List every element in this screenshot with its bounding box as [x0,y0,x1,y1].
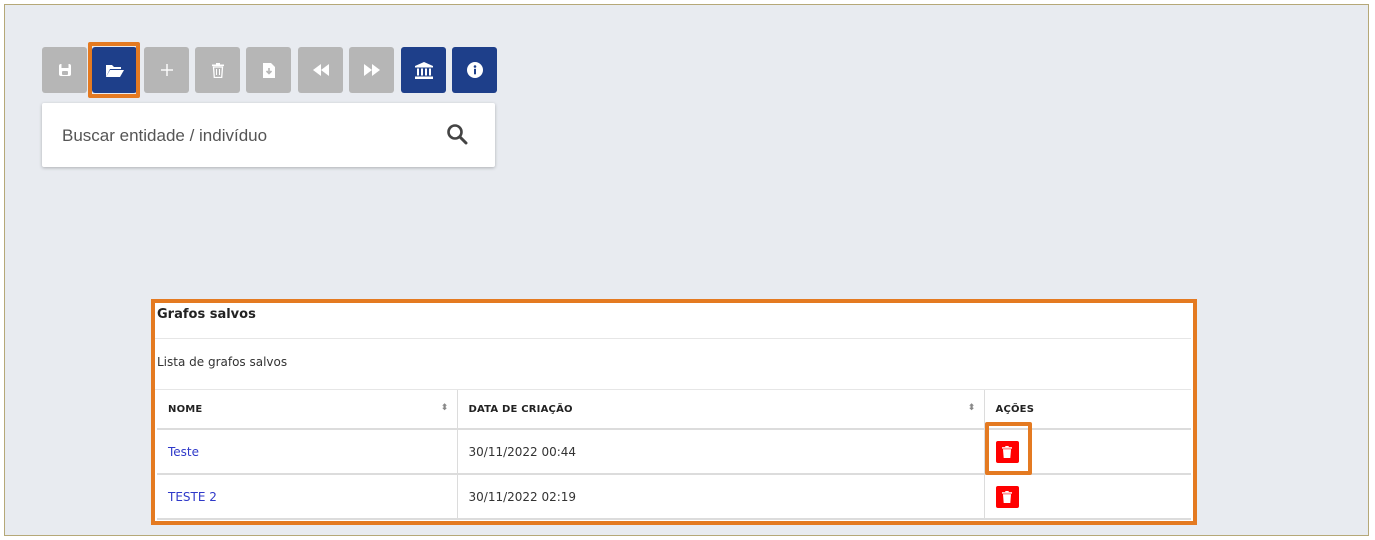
table-row: Teste 30/11/2022 00:44 [157,429,1191,475]
backward-icon [312,64,329,76]
plus-icon [160,64,173,76]
graph-name-link[interactable]: TESTE 2 [168,490,217,504]
search-icon[interactable] [446,123,468,145]
panel-description: Lista de grafos salvos [157,355,288,369]
sort-icon[interactable]: ⬍ [968,403,976,413]
column-header-name[interactable]: NOME ⬍ [157,390,457,430]
graph-created-date: 30/11/2022 02:19 [456,474,984,520]
saved-graphs-panel: Grafos salvos Lista de grafos salvos NOM… [155,303,1193,521]
trash-icon [1002,490,1012,503]
panel-title: Grafos salvos [157,307,256,322]
info-button[interactable] [452,47,497,93]
delete-graph-button[interactable] [995,440,1019,463]
info-icon [466,62,483,78]
open-button[interactable] [92,47,137,93]
file-download-icon [262,62,275,78]
search-box [42,103,495,167]
graph-created-date: 30/11/2022 00:44 [456,429,984,475]
floppy-icon [58,64,71,76]
column-header-actions: AÇÕES [983,390,1191,430]
institution-button[interactable] [401,47,446,93]
trash-icon [1002,445,1012,458]
back-button[interactable] [298,47,343,93]
table-row: TESTE 2 30/11/2022 02:19 [157,474,1191,520]
graph-name-link[interactable]: Teste [168,445,199,459]
trash-icon [211,62,224,78]
export-button[interactable] [246,47,291,93]
delete-button[interactable] [195,47,240,93]
sort-icon[interactable]: ⬍ [441,403,449,413]
forward-icon [363,64,380,76]
delete-graph-button[interactable] [995,485,1019,508]
save-button[interactable] [42,47,87,93]
forward-button[interactable] [349,47,394,93]
add-button[interactable] [144,47,189,93]
column-header-created[interactable]: DATA DE CRIAÇÃO ⬍ [456,390,984,430]
folder-open-icon [105,65,124,77]
bank-icon [414,61,433,79]
app-frame: Grafos salvos Lista de grafos salvos NOM… [4,4,1369,536]
table-header-row: NOME ⬍ DATA DE CRIAÇÃO ⬍ AÇÕES [157,390,1191,430]
divider [155,338,1191,339]
search-input[interactable] [60,117,444,155]
saved-graphs-table: NOME ⬍ DATA DE CRIAÇÃO ⬍ AÇÕES Teste 30/11… [157,390,1191,520]
